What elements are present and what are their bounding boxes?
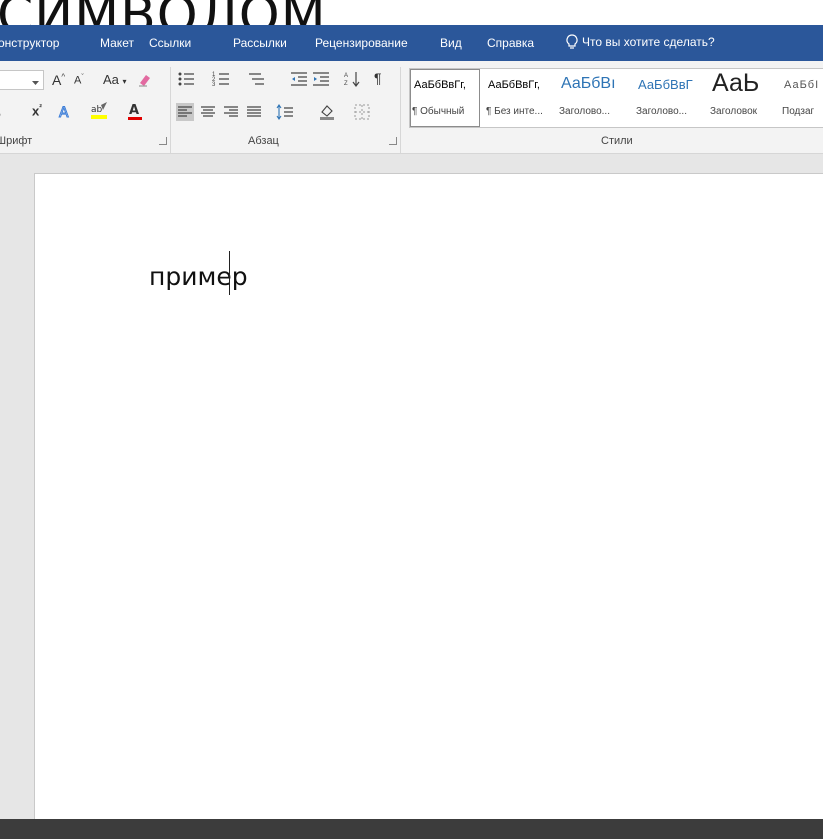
chevron-down-icon <box>32 75 39 89</box>
ribbon-tab-bar: Конструктор Макет Ссылки Рассылки Реценз… <box>0 25 823 61</box>
tab-view[interactable]: Вид <box>440 36 462 50</box>
lightbulb-icon <box>566 34 578 50</box>
document-page[interactable]: пример <box>34 173 823 820</box>
svg-text:A: A <box>344 73 348 79</box>
numbering-icon[interactable]: 123 <box>212 70 230 88</box>
tab-design[interactable]: Конструктор <box>0 36 59 50</box>
group-divider <box>170 67 171 153</box>
style-title[interactable]: АаЬ Заголовок <box>708 69 776 127</box>
increase-indent-icon[interactable] <box>312 70 330 88</box>
style-heading-1[interactable]: АаБбВı Заголово... <box>557 69 631 127</box>
status-bar <box>0 819 823 839</box>
style-no-spacing[interactable]: АаБбВвГг, ¶ Без инте... <box>484 69 554 127</box>
shrink-font-button[interactable]: Aˇ <box>74 74 84 87</box>
shading-icon[interactable] <box>318 103 336 121</box>
svg-text:A: A <box>129 103 139 118</box>
sort-icon[interactable]: AZ <box>343 70 361 88</box>
group-label-styles: Стили <box>601 135 633 147</box>
tab-mailings[interactable]: Рассылки <box>233 36 287 50</box>
multilevel-list-icon[interactable] <box>247 70 265 88</box>
document-area: пример <box>0 154 823 820</box>
clear-formatting-icon[interactable] <box>136 71 154 89</box>
ribbon: A^ Aˇ Aa ▾ , x² A ab A Шрифт 123 AZ ¶ <box>0 61 823 154</box>
document-text[interactable]: пример <box>149 262 248 291</box>
styles-gallery: АаБбВвГг, ¶ Обычный АаБбВвГг, ¶ Без инте… <box>409 68 823 128</box>
line-spacing-icon[interactable] <box>276 103 294 121</box>
tab-review[interactable]: Рецензирование <box>315 36 408 50</box>
paragraph-dialog-launcher[interactable] <box>389 137 397 145</box>
highlight-color-icon[interactable]: ab <box>89 101 113 119</box>
borders-icon[interactable] <box>353 103 371 121</box>
svg-text:3: 3 <box>212 82 216 88</box>
tab-layout[interactable]: Макет <box>100 36 134 50</box>
group-label-paragraph: Абзац <box>248 135 279 147</box>
grow-font-button[interactable]: A^ <box>52 72 65 88</box>
decrease-indent-icon[interactable] <box>290 70 308 88</box>
style-heading-2[interactable]: АаБбВвГ Заголово... <box>634 69 706 127</box>
tell-me-label: Что вы хотите сделать? <box>582 35 715 49</box>
align-left-icon[interactable] <box>176 103 194 121</box>
font-size-dropdown[interactable] <box>0 70 44 90</box>
text-cursor <box>229 251 230 295</box>
style-normal[interactable]: АаБбВвГг, ¶ Обычный <box>410 69 480 127</box>
svg-text:ab: ab <box>91 105 103 115</box>
change-case-button[interactable]: Aa ▾ <box>103 72 127 87</box>
subscript-button[interactable]: , <box>0 104 1 118</box>
tab-help[interactable]: Справка <box>487 36 534 50</box>
justify-icon[interactable] <box>245 103 263 121</box>
svg-text:Z: Z <box>344 81 348 87</box>
group-divider <box>400 67 401 153</box>
text-effects-icon[interactable]: A <box>57 103 75 122</box>
font-color-icon[interactable]: A <box>126 102 144 120</box>
style-subtitle[interactable]: АаБбI Подзаг <box>780 69 823 127</box>
page-heading: СИМВОЛОМ <box>0 0 823 25</box>
page-heading-text: СИМВОЛОМ <box>0 0 327 25</box>
align-center-icon[interactable] <box>199 103 217 121</box>
font-dialog-launcher[interactable] <box>159 137 167 145</box>
group-label-font: Шрифт <box>0 135 33 147</box>
svg-text:A: A <box>59 105 69 121</box>
superscript-button[interactable]: x² <box>32 103 42 118</box>
bullets-icon[interactable] <box>177 70 195 88</box>
show-formatting-marks-button[interactable]: ¶ <box>374 70 382 86</box>
align-right-icon[interactable] <box>222 103 240 121</box>
tell-me-box[interactable]: Что вы хотите сделать? <box>566 34 715 50</box>
tab-references[interactable]: Ссылки <box>149 36 191 50</box>
